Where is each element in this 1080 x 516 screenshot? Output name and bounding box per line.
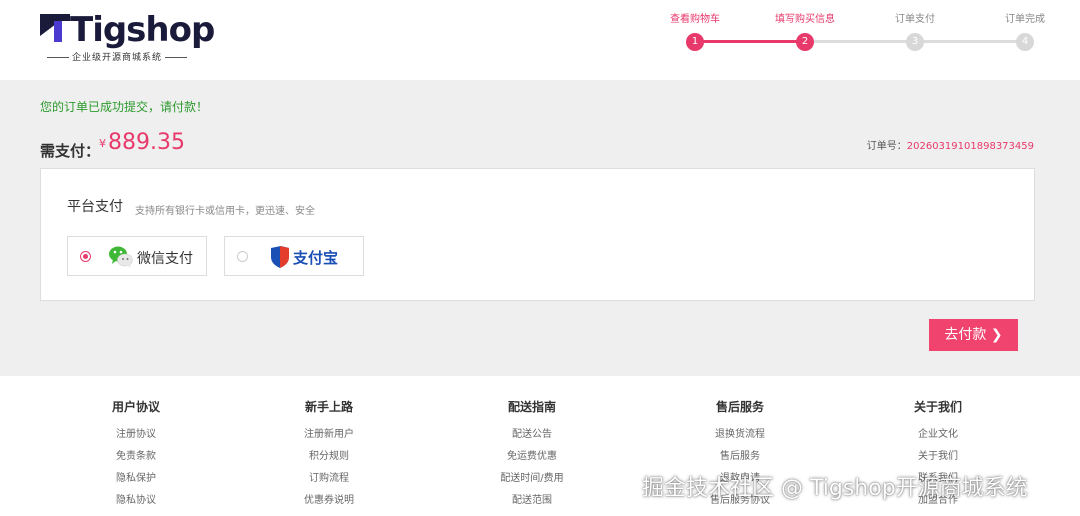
- step-order-pay: 订单支付 3: [870, 10, 960, 51]
- amount-due: ¥889.35: [99, 130, 185, 155]
- footer-col-user-agreement: 用户协议 注册协议 免责条款 隐私保护 隐私协议: [56, 398, 216, 512]
- footer-link[interactable]: 免运费优惠: [452, 446, 612, 468]
- footer-link[interactable]: 配送公告: [452, 424, 612, 446]
- payment-section: 您的订单已成功提交，请付款！ 需支付： ¥889.35 订单号：20260319…: [0, 80, 1080, 376]
- step-dot: 4: [1016, 33, 1034, 51]
- footer-col-title: 售后服务: [715, 400, 764, 414]
- footer-link[interactable]: 退换货流程: [660, 424, 820, 446]
- footer-link[interactable]: 订购流程: [249, 468, 409, 490]
- svg-text:支付宝: 支付宝: [292, 249, 338, 267]
- footer-link[interactable]: 配送范围: [452, 490, 612, 512]
- footer-col-delivery: 配送指南 配送公告 免运费优惠 配送时间/费用 配送范围: [452, 398, 612, 512]
- footer-col-title: 关于我们: [913, 400, 962, 414]
- footer-link[interactable]: 优惠券说明: [249, 490, 409, 512]
- step-dot: 2: [796, 33, 814, 51]
- footer-col-title: 新手上路: [304, 400, 353, 414]
- footer-link[interactable]: 隐私保护: [56, 468, 216, 490]
- step-dot: 1: [686, 33, 704, 51]
- footer-link[interactable]: 企业文化: [858, 424, 1018, 446]
- footer-col-title: 配送指南: [507, 400, 556, 414]
- footer-col-title: 用户协议: [111, 400, 160, 414]
- footer-link[interactable]: 免责条款: [56, 446, 216, 468]
- alipay-logo-icon: 支付宝: [271, 246, 338, 268]
- footer-link[interactable]: 积分规则: [249, 446, 409, 468]
- payment-method-title: 平台支付: [67, 199, 123, 215]
- step-order-complete: 订单完成 4: [980, 10, 1070, 51]
- header: Tigshop 企业级开源商城系统 查看购物车 1 填写购买信息 2 订单支付 …: [0, 0, 1080, 80]
- checkout-progress: 查看购物车 1 填写购买信息 2 订单支付 3 订单完成 4: [640, 10, 1060, 60]
- wechat-radio[interactable]: [80, 251, 91, 262]
- wechat-pay-option[interactable]: 微信支付: [67, 236, 207, 276]
- footer-link[interactable]: 关于我们: [858, 446, 1018, 468]
- watermark: 掘金技术社区 @ Tigshop开源商城系统: [642, 476, 1028, 501]
- order-number: 订单号：20260319101898373459: [866, 141, 1034, 152]
- amount-due-label: 需支付：: [40, 142, 101, 160]
- footer-link[interactable]: 售后服务: [660, 446, 820, 468]
- wechat-icon: [109, 246, 133, 268]
- step-fill-info: 填写购买信息 2: [760, 10, 850, 51]
- logo-mark-icon: [40, 14, 70, 42]
- alipay-radio[interactable]: [237, 251, 248, 262]
- footer-link[interactable]: 注册新用户: [249, 424, 409, 446]
- footer-col-beginners: 新手上路 注册新用户 积分规则 订购流程 优惠券说明: [249, 398, 409, 512]
- logo-tagline: 企业级开源商城系统: [44, 50, 190, 63]
- footer-link[interactable]: 隐私协议: [56, 490, 216, 512]
- payment-method-desc: 支持所有银行卡或信用卡，更迅速、安全: [135, 206, 315, 217]
- step-dot: 3: [906, 33, 924, 51]
- logo[interactable]: Tigshop 企业级开源商城系统: [40, 8, 215, 64]
- step-view-cart: 查看购物车 1: [650, 10, 740, 51]
- logo-text: Tigshop: [70, 10, 215, 50]
- wechat-label: 微信支付: [137, 251, 193, 267]
- footer-link[interactable]: 注册协议: [56, 424, 216, 446]
- payment-method-box: 平台支付 支持所有银行卡或信用卡，更迅速、安全 微信支付 支付宝: [40, 168, 1035, 301]
- alipay-option[interactable]: 支付宝: [224, 236, 364, 276]
- success-message: 您的订单已成功提交，请付款！: [40, 100, 209, 114]
- go-pay-button[interactable]: 去付款 ❯: [929, 319, 1018, 351]
- footer-link[interactable]: 配送时间/费用: [452, 468, 612, 490]
